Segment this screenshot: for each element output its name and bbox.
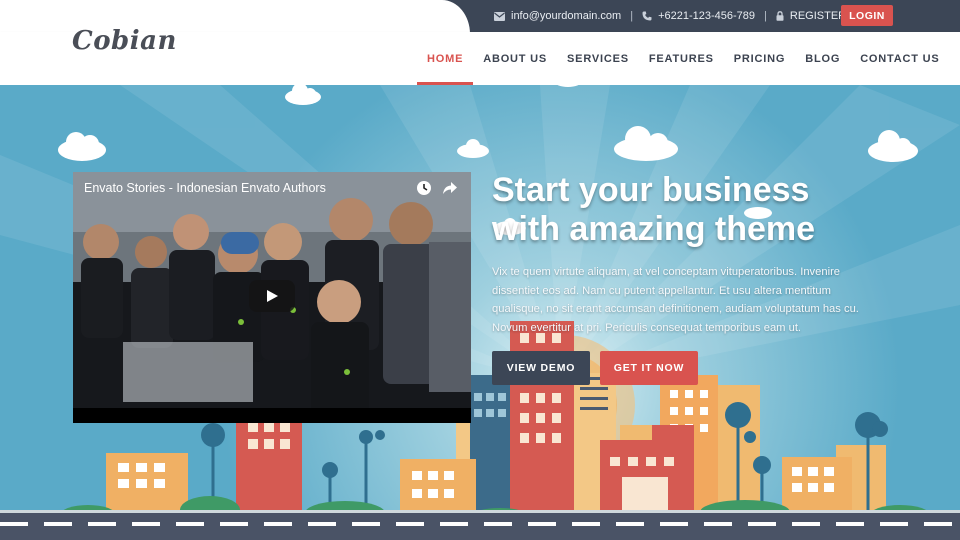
topbar-contact-info: info@yourdomain.com | +6221-123-456-789 … <box>494 0 846 32</box>
nav-home[interactable]: HOME <box>417 32 474 85</box>
play-button[interactable] <box>249 280 295 312</box>
hero-headline-line1: Start your business <box>492 171 810 209</box>
nav-services[interactable]: SERVICES <box>557 32 639 85</box>
site-logo[interactable]: Cobian <box>72 26 177 56</box>
phone-item[interactable]: +6221-123-456-789 <box>642 10 755 22</box>
hero-headline: Start your business with amazing theme <box>492 171 912 249</box>
main-nav: HOME ABOUT US SERVICES FEATURES PRICING … <box>417 32 949 85</box>
register-link[interactable]: REGISTER <box>776 10 846 22</box>
view-demo-button[interactable]: VIEW DEMO <box>492 351 590 385</box>
separator: | <box>764 10 767 22</box>
nav-blog[interactable]: BLOG <box>795 32 850 85</box>
topbar-logo-tab <box>0 0 470 34</box>
video-player[interactable]: Envato Stories - Indonesian Envato Autho… <box>73 172 471 423</box>
nav-pricing[interactable]: PRICING <box>724 32 795 85</box>
nav-features[interactable]: FEATURES <box>639 32 724 85</box>
play-icon <box>267 290 278 302</box>
email-text[interactable]: info@yourdomain.com <box>511 10 621 22</box>
phone-text[interactable]: +6221-123-456-789 <box>658 10 755 22</box>
hero-description: Vix te quem virtute aliquam, at vel conc… <box>492 266 859 334</box>
envelope-icon <box>494 11 505 21</box>
lock-icon <box>776 11 784 21</box>
share-icon[interactable] <box>442 180 458 196</box>
video-title[interactable]: Envato Stories - Indonesian Envato Autho… <box>84 181 326 195</box>
hero-headline-line2: with amazing theme <box>492 210 816 248</box>
get-it-now-button[interactable]: GET IT NOW <box>600 351 698 385</box>
nav-contact-us[interactable]: CONTACT US <box>850 32 949 85</box>
nav-about-us[interactable]: ABOUT US <box>473 32 557 85</box>
login-button[interactable]: LOGIN <box>841 5 893 26</box>
clock-icon[interactable] <box>416 180 432 196</box>
separator: | <box>630 10 634 22</box>
email-item[interactable]: info@yourdomain.com <box>494 10 621 22</box>
phone-icon <box>642 11 652 21</box>
register-text[interactable]: REGISTER <box>790 10 846 22</box>
